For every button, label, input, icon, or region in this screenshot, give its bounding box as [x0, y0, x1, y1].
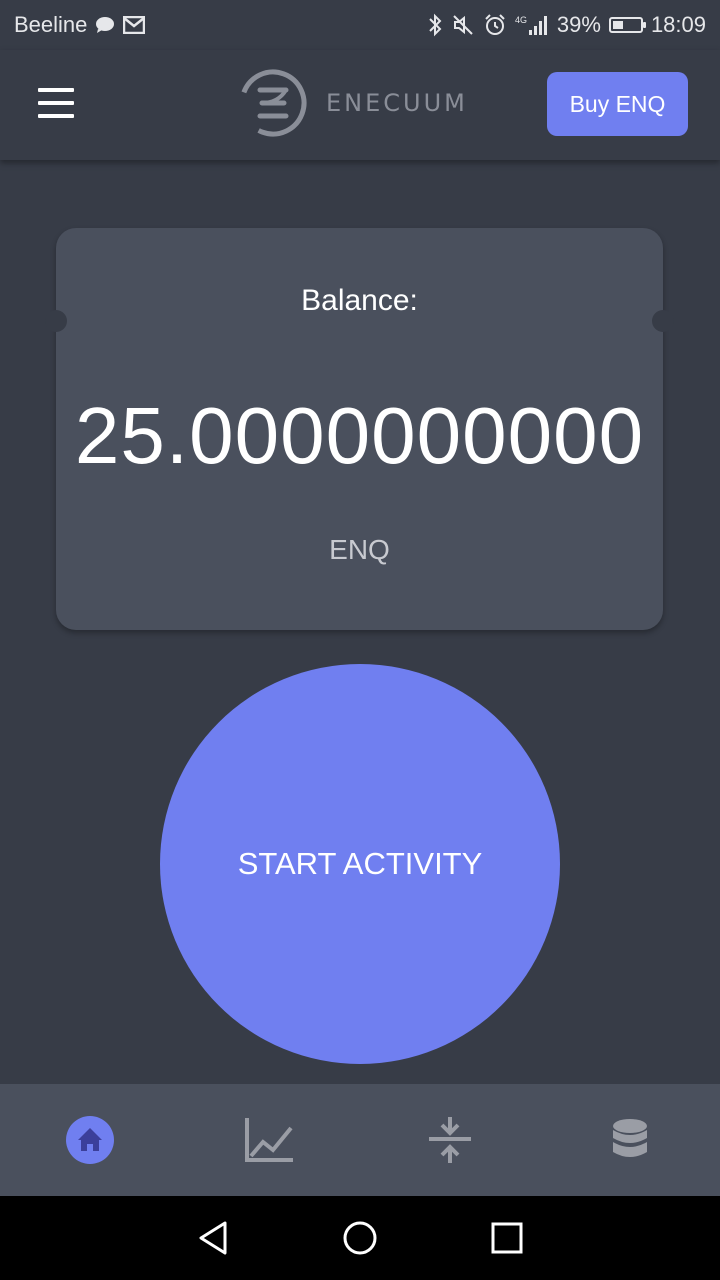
hamburger-menu-icon[interactable]	[38, 88, 74, 118]
balance-card: Balance: 25.0000000000 ENQ	[45, 228, 674, 630]
recents-icon[interactable]	[491, 1222, 523, 1254]
signal-icon: 4G	[515, 13, 549, 37]
chat-bubble-icon	[95, 16, 115, 34]
database-icon	[613, 1119, 647, 1157]
transfer-icon	[429, 1117, 471, 1163]
mail-icon	[123, 16, 146, 34]
balance-unit: ENQ	[329, 534, 390, 565]
mute-icon	[451, 13, 475, 37]
carrier-name: Beeline	[14, 12, 88, 37]
enecuum-logo-icon	[239, 69, 307, 137]
buy-enq-button[interactable]: Buy ENQ	[547, 72, 688, 136]
app-header: ENECUUM Buy ENQ	[0, 50, 720, 160]
balance-label: Balance:	[301, 284, 418, 317]
home-circle-icon[interactable]	[342, 1220, 378, 1256]
system-navigation-bar	[0, 1196, 720, 1280]
balance-value: 25.0000000000	[74, 391, 645, 480]
battery-icon	[608, 17, 646, 33]
network-type: 4G	[515, 15, 527, 25]
clock: 18:09	[650, 12, 706, 37]
nav-chart[interactable]	[180, 1084, 360, 1196]
bottom-navigation	[0, 1084, 720, 1196]
nav-transfer[interactable]	[360, 1084, 540, 1196]
nav-home[interactable]	[0, 1084, 180, 1196]
battery-percent: 39%	[556, 12, 601, 37]
back-icon[interactable]	[197, 1220, 229, 1256]
status-bar: Beeline 4G 39% 18:09	[0, 0, 720, 50]
bluetooth-icon	[427, 13, 443, 37]
logo-text: ENECUUM	[326, 89, 468, 117]
chart-icon	[245, 1118, 293, 1162]
home-icon	[66, 1116, 114, 1164]
enecuum-logo: ENECUUM	[238, 68, 468, 138]
nav-database[interactable]	[540, 1084, 720, 1196]
start-activity-button[interactable]: START ACTIVITY	[160, 664, 560, 1064]
alarm-icon	[483, 13, 507, 37]
